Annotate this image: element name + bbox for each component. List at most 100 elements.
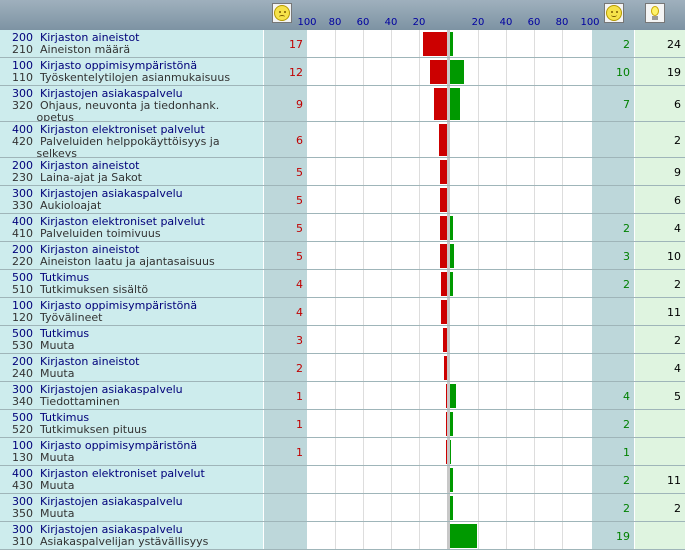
gridline — [534, 494, 535, 522]
gridline — [562, 86, 563, 122]
gridline — [478, 354, 479, 382]
gridline — [562, 30, 563, 58]
negative-count: 4 — [296, 277, 303, 291]
subcategory-label: 430 Muuta — [12, 479, 75, 492]
gridline — [534, 354, 535, 382]
gridline — [335, 494, 336, 522]
gridline — [363, 466, 364, 494]
row-label: 500 Tutkimus 510 Tutkimuksen sisältö — [0, 270, 263, 298]
positive-bar — [450, 412, 453, 436]
gridline — [534, 186, 535, 214]
gridline — [419, 214, 420, 242]
negative-count: 1 — [296, 417, 303, 431]
positive-count-cell — [592, 326, 634, 354]
negative-count-cell: 1 — [264, 438, 307, 466]
gridline — [419, 122, 420, 158]
negative-count: 3 — [296, 333, 303, 347]
suggestion-count: 4 — [674, 221, 681, 235]
gridline — [534, 158, 535, 186]
axis-tick-right: 60 — [527, 17, 541, 28]
gridline — [335, 270, 336, 298]
gridline — [478, 270, 479, 298]
axis-tick-right: 20 — [471, 17, 485, 28]
suggestion-count-cell: 6 — [635, 186, 685, 214]
gridline — [478, 298, 479, 326]
gridline — [391, 354, 392, 382]
suggestion-count-cell: 4 — [635, 214, 685, 242]
gridline — [562, 58, 563, 86]
row-label: 500 Tutkimus 530 Muuta — [0, 326, 263, 354]
zero-axis — [447, 326, 450, 354]
negative-bar — [445, 412, 447, 436]
gridline — [363, 242, 364, 270]
gridline — [391, 326, 392, 354]
negative-bar — [440, 244, 447, 268]
axis-tick-left: 80 — [328, 17, 342, 28]
gridline — [391, 298, 392, 326]
gridline — [363, 382, 364, 410]
suggestion-count-cell: 6 — [635, 86, 685, 122]
suggestion-count: 11 — [667, 305, 681, 319]
negative-bar — [423, 32, 447, 56]
suggestion-count: 4 — [674, 361, 681, 375]
gridline — [363, 410, 364, 438]
negative-count: 5 — [296, 193, 303, 207]
gridline — [478, 158, 479, 186]
gridline — [335, 298, 336, 326]
gridline — [506, 522, 507, 550]
gridline — [478, 186, 479, 214]
subcategory-label: 350 Muuta — [12, 507, 75, 520]
gridline — [391, 270, 392, 298]
gridline — [562, 326, 563, 354]
subcategory-label: 230 Laina-ajat ja Sakot — [12, 171, 142, 184]
negative-count-cell: 9 — [264, 86, 307, 122]
negative-count-cell: 12 — [264, 58, 307, 86]
gridline — [478, 326, 479, 354]
suggestion-count-cell — [635, 410, 685, 438]
suggestion-count-cell: 2 — [635, 494, 685, 522]
gridline — [335, 86, 336, 122]
gridline — [478, 438, 479, 466]
positive-count-cell: 1 — [592, 438, 634, 466]
gridline — [562, 494, 563, 522]
negative-bar — [430, 60, 447, 84]
zero-axis — [447, 186, 450, 214]
table-row: 300 Kirjastojen asiakaspalvelu 310 Asiaka… — [0, 522, 685, 550]
positive-bar — [450, 272, 453, 296]
positive-count: 7 — [623, 97, 630, 111]
gridline — [419, 242, 420, 270]
row-label: 500 Tutkimus 520 Tutkimuksen pituus — [0, 410, 263, 438]
gridline — [391, 242, 392, 270]
positive-count: 1 — [623, 445, 630, 459]
positive-bar — [450, 244, 455, 268]
negative-count: 1 — [296, 389, 303, 403]
gridline — [363, 326, 364, 354]
subcategory-label: 520 Tutkimuksen pituus — [12, 423, 147, 436]
positive-count-cell: 2 — [592, 466, 634, 494]
negative-bar — [434, 88, 447, 120]
table-row: 500 Tutkimus 520 Tutkimuksen pituus 1 2 — [0, 410, 685, 438]
gridline — [391, 410, 392, 438]
gridline — [335, 30, 336, 58]
gridline — [335, 158, 336, 186]
table-row: 300 Kirjastojen asiakaspalvelu 320 Ohjaus… — [0, 86, 685, 124]
gridline — [419, 298, 420, 326]
table-row: 400 Kirjaston elektroniset palvelut 430 M… — [0, 466, 685, 494]
gridline — [534, 58, 535, 86]
gridline — [506, 214, 507, 242]
gridline — [506, 158, 507, 186]
gridline — [335, 438, 336, 466]
suggestion-count-cell: 24 — [635, 30, 685, 58]
suggestion-count-cell: 2 — [635, 122, 685, 158]
gridline — [506, 466, 507, 494]
suggestion-count-cell: 19 — [635, 58, 685, 86]
row-label: 300 Kirjastojen asiakaspalvelu 310 Asiaka… — [0, 522, 263, 550]
positive-count-cell: 2 — [592, 410, 634, 438]
negative-count: 5 — [296, 165, 303, 179]
suggestion-count: 19 — [667, 65, 681, 79]
negative-count: 12 — [289, 65, 303, 79]
subcategory-label: 120 Työvälineet — [12, 311, 103, 324]
positive-count: 2 — [623, 277, 630, 291]
negative-bar — [442, 328, 447, 352]
negative-bar — [445, 440, 447, 464]
